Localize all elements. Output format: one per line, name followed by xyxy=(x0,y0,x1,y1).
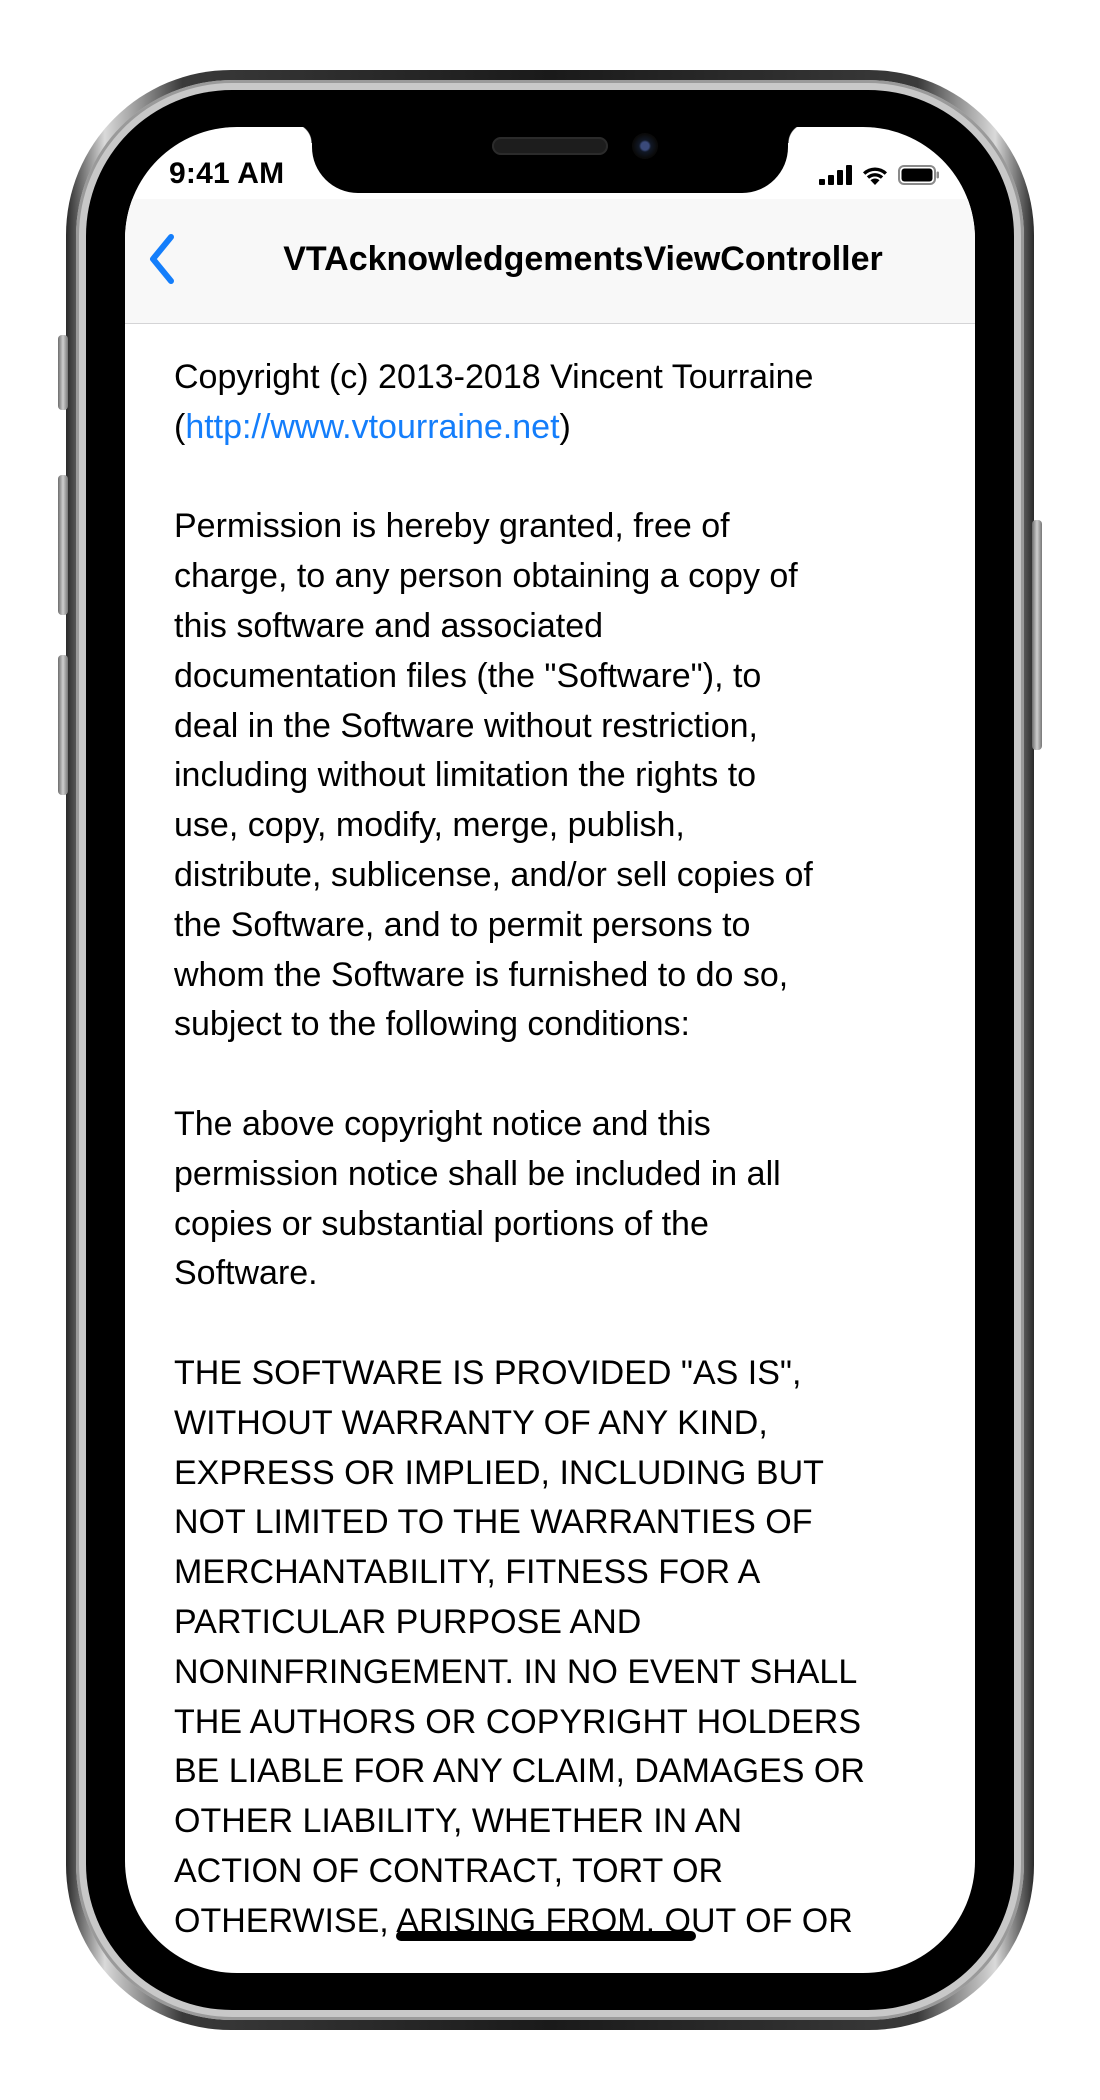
navigation-bar: VTAcknowledgementsViewController xyxy=(125,199,975,324)
battery-icon xyxy=(898,165,940,185)
permission-paragraph: Permission is hereby granted, free of ch… xyxy=(174,507,813,1044)
author-website-link[interactable]: http://www.vtourraine.net xyxy=(185,408,559,446)
disclaimer-paragraph: THE SOFTWARE IS PROVIDED "AS IS", WITHOU… xyxy=(174,1353,865,1940)
front-camera xyxy=(632,133,658,159)
wifi-icon xyxy=(861,164,889,185)
side-button xyxy=(1032,520,1042,750)
home-indicator[interactable] xyxy=(396,1931,696,1941)
copyright-close: ) xyxy=(559,407,571,446)
license-text: Copyright (c) 2013-2018 Vincent Tourrain… xyxy=(174,353,934,1973)
copyright-line: Copyright (c) 2013-2018 Vincent Tourrain… xyxy=(174,353,934,453)
volume-down-button xyxy=(58,655,68,795)
chevron-left-icon xyxy=(150,234,174,284)
page-title: VTAcknowledgementsViewController xyxy=(283,240,883,278)
speaker-grille xyxy=(492,137,608,155)
status-time: 9:41 AM xyxy=(169,157,285,190)
signal-icon xyxy=(819,165,852,185)
screen: 9:41 AM VTAcknowledgementsViewController… xyxy=(125,127,975,1973)
back-button[interactable] xyxy=(143,229,191,289)
status-icons xyxy=(819,164,940,185)
notice-paragraph: The above copyright notice and this perm… xyxy=(174,1104,781,1293)
volume-up-button xyxy=(58,475,68,615)
silent-switch xyxy=(58,335,68,410)
notch xyxy=(292,127,808,193)
